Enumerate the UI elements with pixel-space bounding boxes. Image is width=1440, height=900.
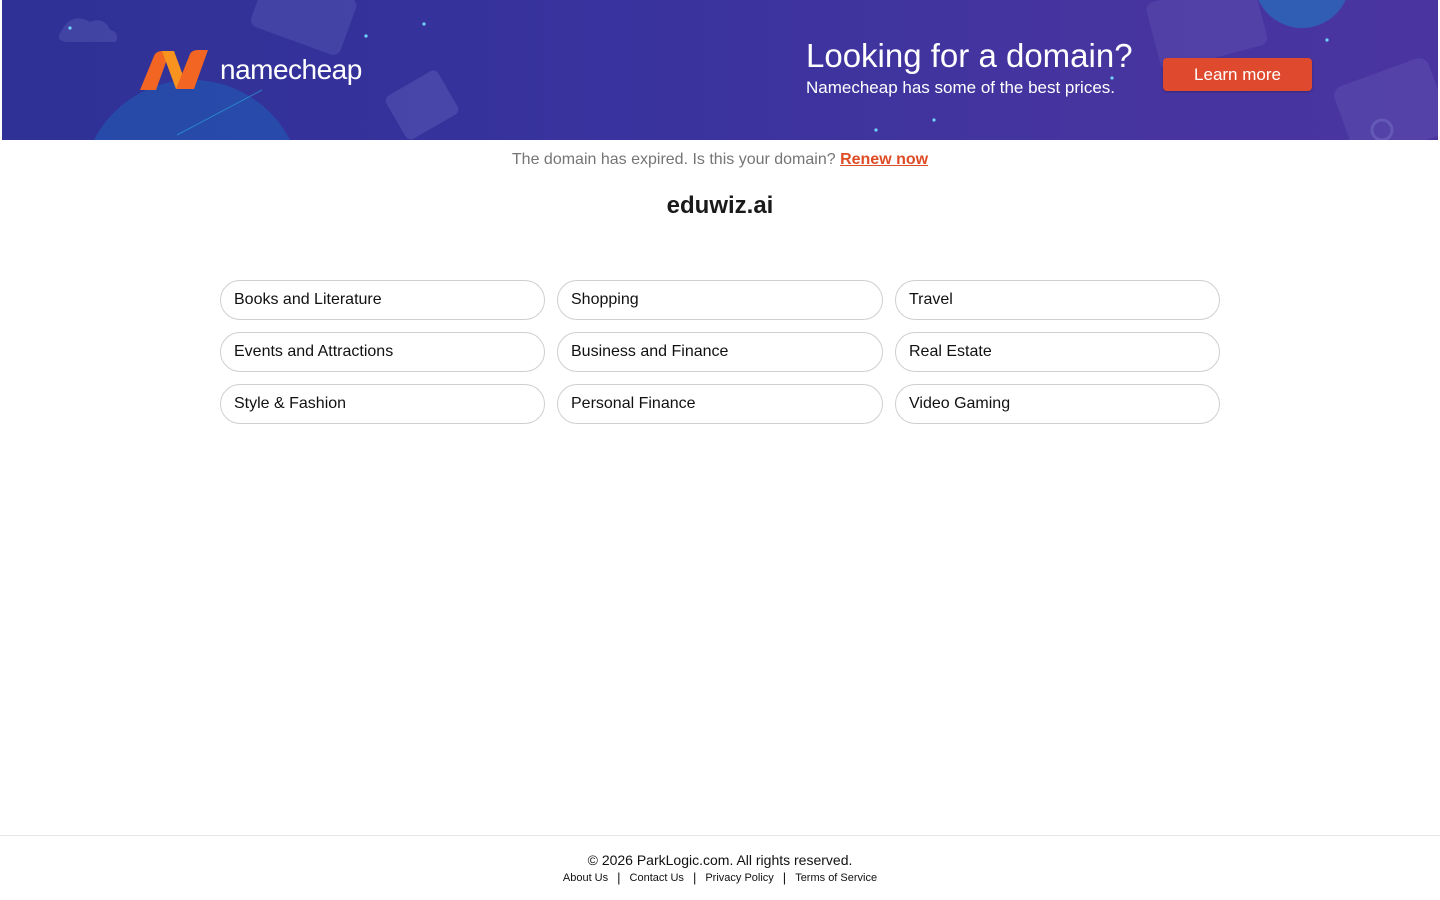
category-video-gaming[interactable]: Video Gaming bbox=[895, 384, 1220, 424]
footer-divider bbox=[0, 835, 1440, 836]
footer-separator: | bbox=[782, 870, 787, 885]
category-personal-finance[interactable]: Personal Finance bbox=[557, 384, 883, 424]
footer-link-privacy-policy[interactable]: Privacy Policy bbox=[705, 871, 773, 885]
expired-notice: The domain has expired. Is this your dom… bbox=[0, 150, 1440, 170]
category-business-and-finance[interactable]: Business and Finance bbox=[557, 332, 883, 372]
footer-link-contact-us[interactable]: Contact Us bbox=[630, 871, 684, 885]
logo-wordmark: namecheap bbox=[220, 54, 362, 85]
category-events-and-attractions[interactable]: Events and Attractions bbox=[220, 332, 545, 372]
category-travel[interactable]: Travel bbox=[895, 280, 1220, 320]
footer-link-about-us[interactable]: About Us bbox=[563, 871, 608, 885]
category-shopping[interactable]: Shopping bbox=[557, 280, 883, 320]
namecheap-n-icon bbox=[140, 50, 208, 90]
footer-separator: | bbox=[692, 870, 697, 885]
expired-notice-text: The domain has expired. Is this your dom… bbox=[511, 151, 841, 168]
footer-separator: | bbox=[617, 870, 621, 885]
footer-links: About Us | Contact Us | Privacy Policy |… bbox=[0, 871, 1440, 885]
renew-now-link[interactable]: Renew now bbox=[840, 151, 928, 168]
footer-copyright: © 2026 ParkLogic.com. All rights reserve… bbox=[587, 852, 853, 868]
learn-more-button[interactable]: Learn more bbox=[1163, 58, 1312, 91]
promo-headline: Looking for a domain? bbox=[806, 37, 1133, 74]
promo-text: Looking for a domain? Namecheap has some… bbox=[806, 38, 1133, 100]
promo-banner[interactable]: namecheap Looking for a domain? Namechea… bbox=[2, 0, 1438, 140]
category-books-and-literature[interactable]: Books and Literature bbox=[220, 280, 545, 320]
category-grid: Books and Literature Shopping Travel Eve… bbox=[220, 280, 1220, 424]
footer-link-terms-of-service[interactable]: Terms of Service bbox=[795, 871, 877, 885]
category-style-and-fashion[interactable]: Style & Fashion bbox=[220, 384, 545, 424]
promo-subline: Namecheap has some of the best prices. bbox=[806, 78, 1115, 97]
domain-title: eduwiz.ai bbox=[666, 192, 774, 219]
category-real-estate[interactable]: Real Estate bbox=[895, 332, 1220, 372]
namecheap-logo[interactable]: namecheap bbox=[138, 50, 362, 90]
